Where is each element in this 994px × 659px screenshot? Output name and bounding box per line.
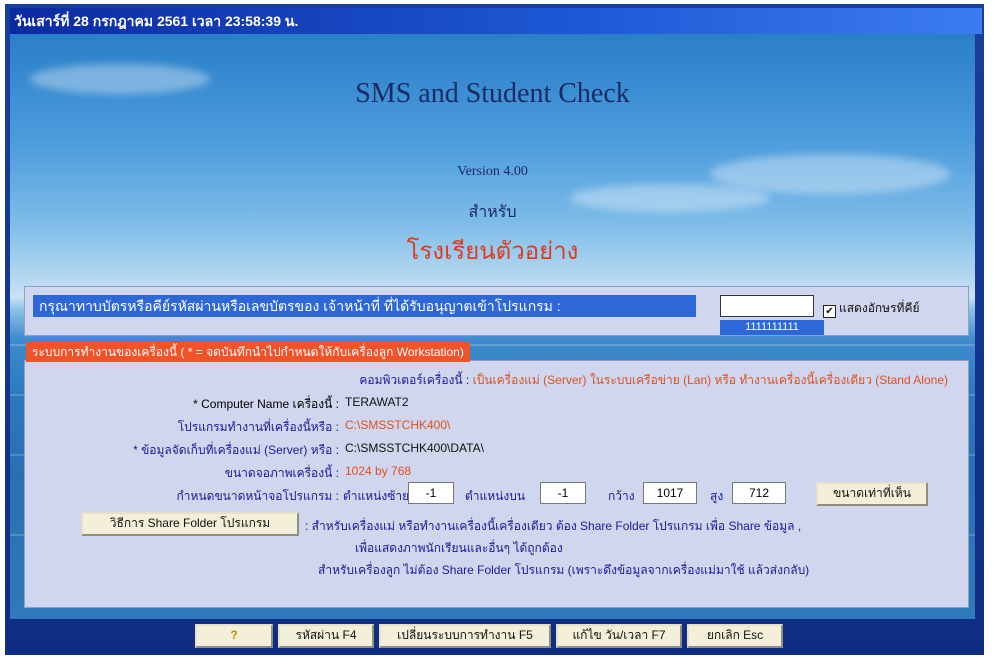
change-mode-button[interactable]: เปลี่ยนระบบการทำงาน F5 — [379, 624, 551, 648]
login-prompt: กรุณาทาบบัตรหรือคีย์รหัสผ่านหรือเลขบัตรข… — [33, 295, 696, 317]
width-label: กว้าง — [608, 489, 635, 503]
computer-label: คอมพิวเตอร์เครื่องนี้ : — [359, 373, 470, 387]
computer-value: เป็นเครื่องแม่ (Server) ในระบบเครือข่าย … — [472, 373, 948, 387]
data-value: C:\SMSSTCHK400\DATA\ — [345, 441, 484, 455]
share-folder-button[interactable]: วิธีการ Share Folder โปรแกรม — [81, 512, 299, 536]
password-echo: 1111111111 — [720, 320, 824, 335]
screen-value: 1024 by 768 — [345, 464, 412, 478]
show-chars-checkbox[interactable]: ✔ แสดงอักษรที่คีย์ — [823, 299, 920, 318]
program-label: โปรแกรมทำงานที่เครื่องนี้หรือ : — [177, 420, 339, 434]
computer-row: คอมพิวเตอร์เครื่องนี้ : เป็นเครื่องแม่ (… — [359, 371, 948, 390]
login-panel: กรุณาทาบบัตรหรือคีย์รหัสผ่านหรือเลขบัตรข… — [24, 286, 969, 336]
width-input[interactable]: 1017 — [643, 482, 697, 504]
height-input[interactable]: 712 — [732, 482, 786, 504]
password-button[interactable]: รหัสผ่าน F4 — [278, 624, 374, 648]
share-note-3: สำหรับเครื่องลูก ไม่ต้อง Share Folder โป… — [318, 563, 810, 577]
for-label: สำหรับ — [468, 204, 517, 221]
window-size-label: กำหนดขนาดหน้าจอโปรแกรม : — [176, 489, 339, 503]
top-position-input[interactable]: -1 — [540, 482, 586, 504]
data-label: * ข้อมูลจัดเก็บที่เครื่องแม่ (Server) หร… — [133, 443, 339, 457]
checkbox-check-icon[interactable]: ✔ — [823, 305, 836, 318]
left-label: ตำแหน่งซ้าย — [343, 489, 410, 503]
system-panel: คอมพิวเตอร์เครื่องนี้ : เป็นเครื่องแม่ (… — [24, 360, 969, 608]
version-label: Version 4.00 — [457, 164, 528, 179]
title-bar: วันเสาร์ที่ 28 กรกฎาคม 2561 เวลา 23:58:3… — [10, 8, 982, 34]
system-section-header: ระบบการทำงานของเครื่องนี้ ( * = จดบันทึก… — [26, 342, 470, 362]
app-title: SMS and Student Check — [355, 78, 630, 109]
name-label: * Computer Name เครื่องนี้ : — [193, 397, 339, 411]
program-value: C:\SMSSTCHK400\ — [345, 418, 451, 432]
show-chars-label: แสดงอักษรที่คีย์ — [839, 301, 920, 315]
height-label: สูง — [710, 489, 724, 503]
top-label: ตำแหน่งบน — [465, 489, 526, 503]
left-position-input[interactable]: -1 — [408, 482, 454, 504]
background-scene: SMS and Student Check Version 4.00 สำหรั… — [10, 34, 975, 619]
edit-datetime-button[interactable]: แก้ไข วัน/เวลา F7 — [556, 624, 682, 648]
help-button[interactable]: ? — [195, 624, 273, 648]
school-name: โรงเรียนตัวอย่าง — [406, 239, 579, 265]
password-input[interactable] — [720, 295, 814, 317]
fit-size-button[interactable]: ขนาดเท่าที่เห็น — [816, 482, 928, 506]
screen-label: ขนาดจอภาพเครื่องนี้ : — [224, 466, 339, 480]
title-datetime: วันเสาร์ที่ 28 กรกฎาคม 2561 เวลา 23:58:3… — [14, 13, 299, 29]
cancel-button[interactable]: ยกเลิก Esc — [687, 624, 783, 648]
share-note-1: : สำหรับเครื่องแม่ หรือทำงานเครื่องนี้เค… — [305, 519, 802, 533]
key-icon: ? — [230, 628, 238, 642]
name-value: TERAWAT2 — [345, 395, 409, 409]
share-note-2: เพื่อแสดงภาพนักเรียนและอื่นๆ ได้ถูกต้อง — [355, 541, 563, 555]
